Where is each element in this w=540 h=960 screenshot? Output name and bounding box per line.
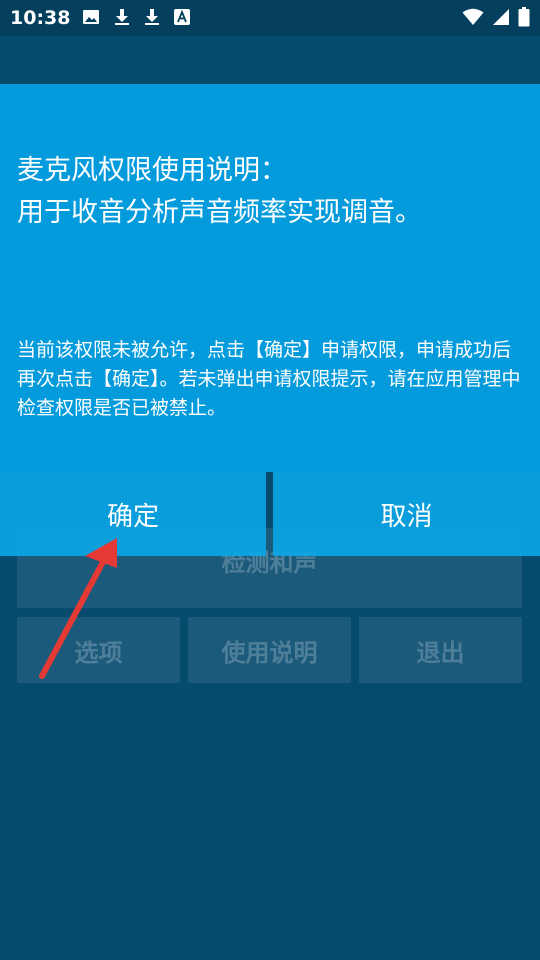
confirm-button[interactable]: 确定 — [0, 472, 266, 556]
notification-icons — [82, 8, 190, 26]
dialog-title: 麦克风权限使用说明： 用于收音分析声音频率实现调音。 — [17, 155, 422, 228]
app-toolbar — [0, 36, 540, 84]
options-button[interactable]: 选项 — [17, 617, 180, 683]
instructions-button[interactable]: 使用说明 — [188, 617, 351, 683]
cancel-button[interactable]: 取消 — [273, 472, 540, 556]
exit-button[interactable]: 退出 — [359, 617, 522, 683]
permission-dialog: 麦克风权限使用说明： 用于收音分析声音频率实现调音。 当前该权限未被允许，点击【… — [0, 84, 540, 472]
status-bar: 10:38 — [0, 0, 540, 36]
system-icons — [462, 7, 530, 27]
wifi-icon — [462, 8, 484, 25]
font-icon — [174, 9, 190, 25]
status-time: 10:38 — [10, 7, 71, 29]
download-icon — [145, 9, 159, 25]
image-icon — [83, 10, 99, 24]
dialog-message: 当前该权限未被允许，点击【确定】申请权限，申请成功后再次点击【确定】。若未弹出申… — [17, 339, 521, 419]
download-icon — [115, 9, 129, 25]
cell-signal-icon — [493, 9, 509, 25]
battery-icon — [518, 7, 530, 27]
